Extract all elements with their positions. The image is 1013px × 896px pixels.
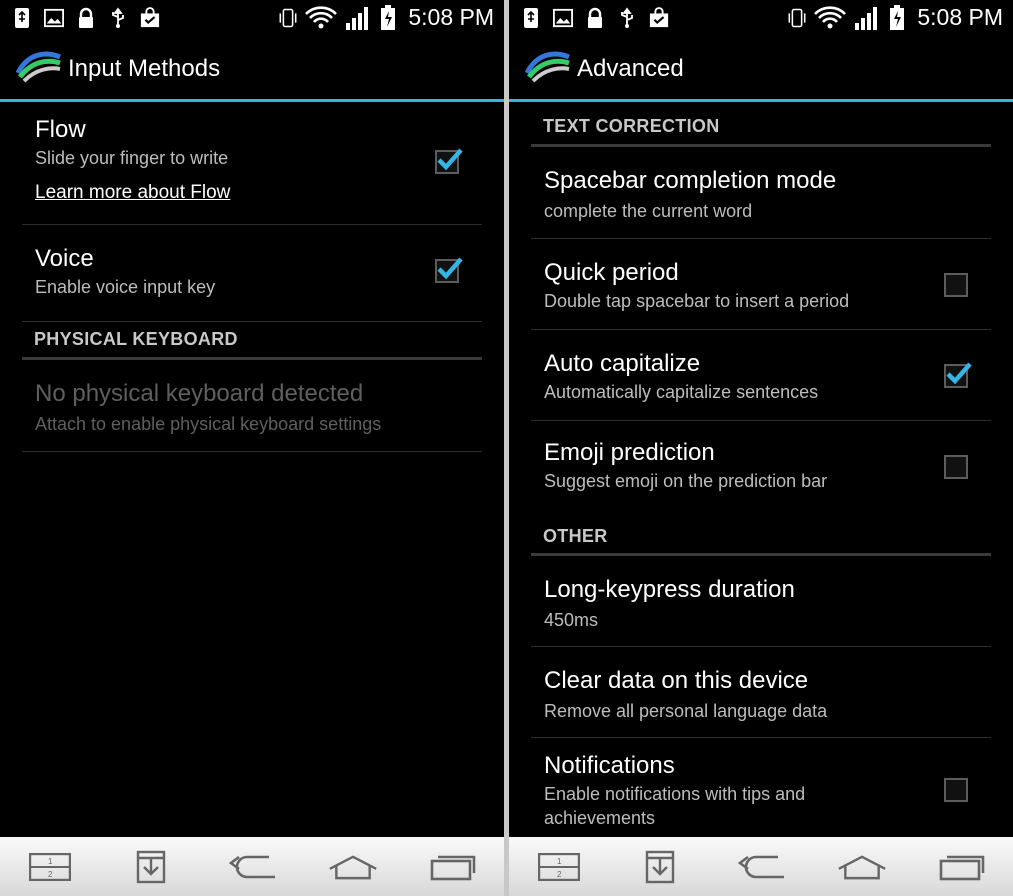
item-title: Spacebar completion mode	[544, 167, 837, 194]
action-bar: Input Methods	[0, 37, 504, 99]
clear-data-setting[interactable]: Clear data on this device Remove all per…	[531, 647, 991, 738]
dual-window-icon[interactable]: 12	[534, 847, 584, 887]
svg-text:2: 2	[48, 870, 53, 879]
home-icon[interactable]	[837, 847, 887, 887]
check-icon	[946, 362, 972, 385]
clock: 5:08 PM	[917, 4, 1003, 30]
item-title: Long-keypress duration	[544, 576, 795, 603]
section-title: TEXT CORRECTION	[543, 116, 720, 136]
wifi-icon	[304, 5, 338, 30]
download-icon[interactable]	[126, 847, 176, 887]
learn-more-flow-link[interactable]: Learn more about Flow	[35, 182, 230, 204]
voice-checkbox[interactable]	[435, 257, 463, 283]
check-icon	[437, 257, 463, 280]
item-title: Quick period	[544, 259, 679, 286]
advanced-screen: 5:08 PM Advanced TEXT CORRECTION Spaceba…	[509, 0, 1013, 896]
svg-text:1: 1	[557, 857, 562, 866]
navigation-bar: 12	[509, 837, 1013, 896]
emoji-prediction-setting[interactable]: Emoji prediction Suggest emoji on the pr…	[531, 421, 991, 507]
item-summary: 450ms	[544, 610, 599, 630]
spacebar-completion-setting[interactable]: Spacebar completion mode complete the cu…	[531, 147, 991, 239]
check-icon	[437, 148, 463, 171]
flow-summary: Slide your finger to write	[35, 148, 229, 168]
voice-summary: Enable voice input key	[35, 277, 216, 297]
download-icon[interactable]	[635, 847, 685, 887]
image-icon	[44, 6, 64, 30]
item-summary-line1: Enable notifications with tips and	[544, 784, 806, 804]
quick-period-checkbox[interactable]	[944, 273, 968, 297]
item-title: Emoji prediction	[544, 439, 715, 466]
no-keyboard-summary: Attach to enable physical keyboard setti…	[35, 414, 382, 434]
lock-icon	[585, 6, 605, 30]
item-summary: Suggest emoji on the prediction bar	[544, 471, 828, 491]
notifications-setting[interactable]: Notifications Enable notifications with …	[531, 738, 991, 838]
battery-charging-icon	[378, 4, 398, 30]
navigation-bar: 12	[0, 837, 504, 896]
item-title: Notifications	[544, 752, 675, 779]
voice-setting[interactable]: Voice Enable voice input key	[22, 225, 482, 322]
lock-icon	[76, 6, 96, 30]
action-bar: Advanced	[509, 37, 1013, 99]
item-title: Clear data on this device	[544, 667, 809, 694]
text-correction-header: TEXT CORRECTION	[531, 102, 991, 147]
screen-title: Advanced	[577, 55, 684, 82]
voice-title: Voice	[35, 245, 94, 272]
item-title: Auto capitalize	[544, 350, 701, 377]
usb-debug-icon	[108, 6, 128, 30]
flow-title: Flow	[35, 116, 86, 143]
signal-icon	[853, 6, 881, 30]
status-bar: 5:08 PM	[509, 0, 1013, 37]
usb-notification-icon	[521, 6, 541, 30]
swiftkey-logo-icon[interactable]	[15, 51, 62, 85]
screen-title: Input Methods	[68, 55, 221, 82]
swiftkey-logo-icon[interactable]	[524, 51, 571, 85]
item-summary: Remove all personal language data	[544, 701, 828, 721]
shopping-bag-icon	[140, 6, 160, 30]
notifications-checkbox[interactable]	[944, 778, 968, 802]
status-bar: 5:08 PM	[0, 0, 504, 37]
flow-setting[interactable]: Flow Slide your finger to write Learn mo…	[22, 102, 482, 225]
auto-capitalize-checkbox[interactable]	[944, 362, 972, 388]
signal-icon	[344, 6, 372, 30]
recent-apps-icon[interactable]	[429, 847, 479, 887]
section-title: PHYSICAL KEYBOARD	[34, 329, 238, 349]
quick-period-setting[interactable]: Quick period Double tap spacebar to inse…	[531, 239, 991, 330]
back-icon[interactable]	[227, 847, 277, 887]
long-keypress-setting[interactable]: Long-keypress duration 450ms	[531, 556, 991, 647]
vibrate-icon	[787, 6, 807, 30]
emoji-prediction-checkbox[interactable]	[944, 455, 968, 479]
usb-notification-icon	[12, 6, 32, 30]
vibrate-icon	[278, 6, 298, 30]
input-methods-screen: 5:08 PM Input Methods Flow Slide your fi…	[0, 0, 504, 896]
clock: 5:08 PM	[408, 4, 494, 30]
item-summary: Automatically capitalize sentences	[544, 382, 819, 402]
item-summary: complete the current word	[544, 201, 753, 221]
no-physical-keyboard-setting: No physical keyboard detected Attach to …	[22, 360, 482, 452]
item-summary: Double tap spacebar to insert a period	[544, 291, 850, 311]
no-keyboard-title: No physical keyboard detected	[35, 380, 364, 407]
svg-text:1: 1	[48, 857, 53, 866]
wifi-icon	[813, 5, 847, 30]
item-summary-line2: achievements	[544, 808, 656, 828]
usb-debug-icon	[617, 6, 637, 30]
shopping-bag-icon	[649, 6, 669, 30]
battery-charging-icon	[887, 4, 907, 30]
svg-text:2: 2	[557, 870, 562, 879]
physical-keyboard-header: PHYSICAL KEYBOARD	[22, 322, 482, 360]
section-title: OTHER	[543, 526, 608, 546]
auto-capitalize-setting[interactable]: Auto capitalize Automatically capitalize…	[531, 330, 991, 421]
home-icon[interactable]	[328, 847, 378, 887]
dual-window-icon[interactable]: 12	[25, 847, 75, 887]
back-icon[interactable]	[736, 847, 786, 887]
recent-apps-icon[interactable]	[938, 847, 988, 887]
image-icon	[553, 6, 573, 30]
flow-checkbox[interactable]	[435, 148, 463, 174]
other-header: OTHER	[531, 510, 991, 556]
